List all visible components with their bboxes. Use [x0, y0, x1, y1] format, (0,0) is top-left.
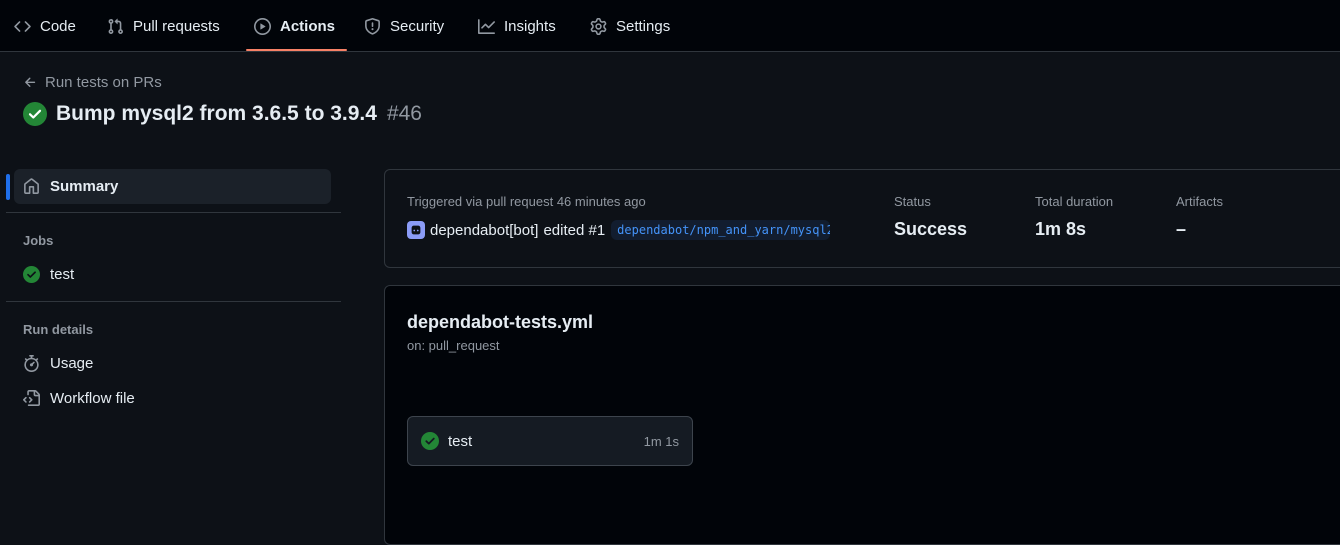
job-node-duration: 1m 1s — [643, 433, 679, 449]
code-icon — [14, 20, 31, 32]
tab-insights-label: Insights — [504, 17, 556, 35]
sidebar-item-usage[interactable]: Usage — [14, 346, 331, 381]
arrow-left-icon — [25, 77, 36, 87]
repo-nav: Code Pull requests Actions Security Insi… — [0, 0, 1340, 52]
tab-actions[interactable]: Actions — [254, 0, 335, 52]
workflow-trigger: on: pull_request — [407, 338, 500, 353]
tab-code-label: Code — [40, 17, 76, 35]
trigger-actor-row: dependabot[bot] edited #1 dependabot/npm… — [407, 220, 831, 240]
artifacts-label: Artifacts — [1176, 194, 1223, 209]
job-label: test — [50, 266, 75, 283]
page-title: Bump mysql2 from 3.6.5 to 3.9.4 — [56, 102, 377, 125]
job-node-test[interactable]: test 1m 1s — [407, 416, 693, 466]
tab-settings-label: Settings — [616, 17, 671, 35]
tab-pull-requests-label: Pull requests — [133, 17, 220, 35]
jobs-heading: Jobs — [23, 233, 54, 248]
sidebar-item-job-test[interactable]: test — [14, 257, 331, 292]
status-label: Status — [894, 194, 931, 209]
selected-indicator — [6, 174, 10, 200]
status-value: Success — [894, 219, 968, 239]
sidebar-item-workflow-file[interactable]: Workflow file — [14, 381, 331, 416]
tab-actions-label: Actions — [280, 17, 336, 35]
shield-icon — [365, 17, 380, 35]
check-circle-icon — [23, 266, 40, 283]
run-details-heading: Run details — [23, 322, 94, 337]
stopwatch-icon — [24, 355, 39, 372]
sidebar-item-workflow-file-label: Workflow file — [50, 390, 135, 407]
duration-value: 1m 8s — [1035, 219, 1087, 239]
tab-security[interactable]: Security — [364, 0, 444, 52]
run-summary-card: Triggered via pull request 46 minutes ag… — [384, 169, 1340, 268]
workflow-graph-card: dependabot-tests.yml on: pull_request te… — [384, 285, 1340, 545]
pull-request-icon — [108, 18, 123, 34]
back-link-label: Run tests on PRs — [45, 74, 162, 91]
file-code-icon — [23, 390, 40, 406]
back-to-workflow-link[interactable]: Run tests on PRs — [23, 74, 162, 91]
action-text[interactable]: edited #1 — [543, 222, 605, 239]
workflow-file-name: dependabot-tests.yml — [407, 312, 594, 332]
tab-code[interactable]: Code — [14, 0, 76, 52]
tab-security-label: Security — [390, 17, 445, 35]
sidebar-item-summary[interactable]: Summary — [14, 169, 331, 204]
run-title: Bump mysql2 from 3.6.5 to 3.9.4 #46 — [23, 102, 422, 126]
tab-insights[interactable]: Insights — [478, 0, 556, 52]
active-tab-indicator — [246, 49, 347, 51]
sidebar-item-usage-label: Usage — [50, 355, 94, 372]
triggered-text: Triggered via pull request 46 minutes ag… — [407, 194, 646, 209]
branch-link[interactable]: dependabot/npm_and_yarn/mysql2-3.9.4 — [611, 220, 831, 240]
job-node-name: test — [448, 432, 473, 450]
tab-settings[interactable]: Settings — [590, 0, 670, 52]
sidebar-divider — [6, 301, 341, 302]
tab-pull-requests[interactable]: Pull requests — [107, 0, 220, 52]
artifacts-value: – — [1176, 219, 1187, 239]
sidebar-item-summary-label: Summary — [50, 178, 119, 195]
avatar[interactable] — [407, 221, 425, 239]
bot-icon — [411, 225, 421, 235]
sidebar-divider — [6, 212, 341, 213]
check-circle-icon — [23, 102, 47, 126]
gear-icon — [590, 17, 607, 35]
check-circle-icon — [421, 432, 439, 450]
graph-icon — [478, 18, 495, 34]
home-icon — [24, 178, 39, 194]
actor-link[interactable]: dependabot[bot] — [430, 222, 538, 239]
run-number: #46 — [386, 102, 422, 125]
duration-label: Total duration — [1035, 194, 1114, 209]
play-icon — [254, 17, 271, 35]
